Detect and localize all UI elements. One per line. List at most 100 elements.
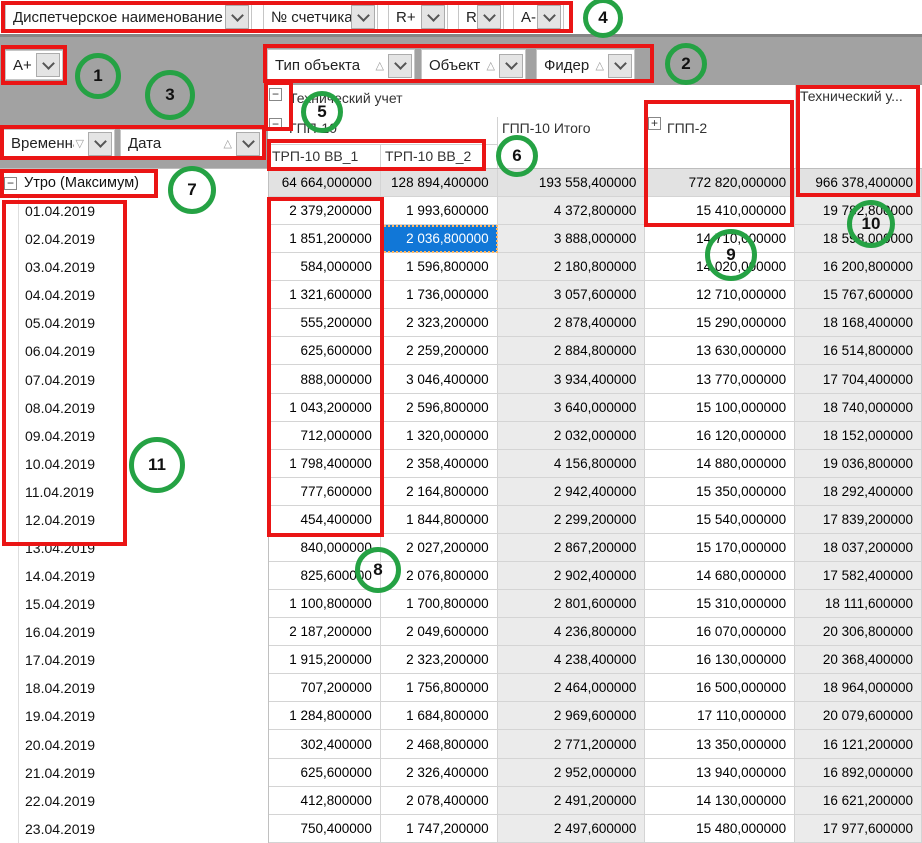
value-cell[interactable]: 17 839,200000 [795, 506, 922, 534]
value-cell[interactable]: 2 379,200000 [269, 197, 381, 225]
date-row[interactable]: 18.04.2019 [0, 674, 268, 702]
value-cell[interactable]: 16 500,000000 [645, 674, 795, 702]
value-cell[interactable]: 584,000000 [269, 253, 381, 281]
value-cell[interactable]: 1 043,200000 [269, 394, 381, 422]
date-row[interactable]: 06.04.2019 [0, 337, 268, 365]
value-cell[interactable]: 3 046,400000 [381, 365, 498, 393]
value-cell[interactable]: 1 851,200000 [269, 225, 381, 253]
value-cell[interactable]: 2 491,200000 [498, 787, 646, 815]
filter-chip-r-minus[interactable]: R- [458, 3, 504, 31]
dropdown-arrow-icon[interactable] [225, 5, 249, 29]
value-cell[interactable]: 1 284,800000 [269, 702, 381, 730]
date-row[interactable]: 07.04.2019 [0, 365, 268, 393]
value-cell[interactable]: 64 664,000000 [269, 169, 381, 197]
value-cell[interactable]: 2 323,200000 [381, 646, 498, 674]
value-cell[interactable]: 712,000000 [269, 422, 381, 450]
value-cell[interactable]: 1 700,800000 [381, 590, 498, 618]
value-cell[interactable]: 18 037,200000 [795, 534, 922, 562]
value-cell[interactable]: 14 710,000000 [645, 225, 795, 253]
value-cell[interactable]: 20 306,800000 [795, 618, 922, 646]
value-cell[interactable]: 14 020,000000 [645, 253, 795, 281]
dropdown-arrow-icon[interactable] [477, 5, 501, 29]
value-cell[interactable]: 2 323,200000 [381, 309, 498, 337]
value-cell[interactable]: 2 027,200000 [381, 534, 498, 562]
value-cell[interactable]: 1 798,400000 [269, 450, 381, 478]
value-cell[interactable]: 2 902,400000 [498, 562, 646, 590]
date-row[interactable]: 13.04.2019 [0, 534, 268, 562]
date-row[interactable]: 15.04.2019 [0, 590, 268, 618]
value-cell[interactable]: 2 259,200000 [381, 337, 498, 365]
value-cell[interactable]: 16 621,200000 [795, 787, 922, 815]
filter-chip-a-minus[interactable]: A- [513, 3, 564, 31]
value-cell[interactable]: 13 350,000000 [645, 730, 795, 758]
value-cell[interactable]: 3 888,000000 [498, 225, 646, 253]
value-cell[interactable]: 2 032,000000 [498, 422, 646, 450]
value-cell[interactable]: 2 464,000000 [498, 674, 646, 702]
date-row[interactable]: 01.04.2019 [0, 197, 268, 225]
value-cell[interactable]: 840,000000 [269, 534, 381, 562]
value-cell[interactable]: 18 598,000000 [795, 225, 922, 253]
value-cell[interactable]: 16 070,000000 [645, 618, 795, 646]
selected-cell[interactable]: 2 036,800000 [381, 225, 498, 253]
value-cell[interactable]: 2 969,600000 [498, 702, 646, 730]
value-cell[interactable]: 772 820,000000 [645, 169, 795, 197]
value-cell[interactable]: 1 736,000000 [381, 281, 498, 309]
value-cell[interactable]: 15 767,600000 [795, 281, 922, 309]
value-cell[interactable]: 707,200000 [269, 674, 381, 702]
value-cell[interactable]: 12 710,000000 [645, 281, 795, 309]
value-cell[interactable]: 16 120,000000 [645, 422, 795, 450]
dropdown-arrow-icon[interactable] [36, 53, 60, 77]
date-row[interactable]: 16.04.2019 [0, 618, 268, 646]
value-cell[interactable]: 2 771,200000 [498, 730, 646, 758]
column-field-chip-feeder[interactable]: Фидер △ [536, 49, 635, 82]
value-cell[interactable]: 14 880,000000 [645, 450, 795, 478]
value-cell[interactable]: 18 964,000000 [795, 674, 922, 702]
value-cell[interactable]: 2 867,200000 [498, 534, 646, 562]
date-row[interactable]: 14.04.2019 [0, 562, 268, 590]
value-cell[interactable]: 1 684,800000 [381, 702, 498, 730]
date-row[interactable]: 22.04.2019 [0, 787, 268, 815]
value-cell[interactable]: 193 558,400000 [498, 169, 646, 197]
date-row[interactable]: 17.04.2019 [0, 646, 268, 674]
filter-chip-dispatcher-name[interactable]: Диспетчерское наименование [5, 3, 252, 31]
column-field-chip-object-type[interactable]: Тип объекта △ [267, 49, 415, 82]
value-cell[interactable]: 888,000000 [269, 365, 381, 393]
value-cell[interactable]: 412,800000 [269, 787, 381, 815]
value-cell[interactable]: 14 130,000000 [645, 787, 795, 815]
collapse-icon[interactable]: − [4, 177, 17, 190]
value-cell[interactable]: 2 596,800000 [381, 394, 498, 422]
value-cell[interactable]: 2 076,800000 [381, 562, 498, 590]
row-field-chip-date[interactable]: Дата △ [120, 129, 263, 158]
value-cell[interactable]: 1 915,200000 [269, 646, 381, 674]
value-cell[interactable]: 1 596,800000 [381, 253, 498, 281]
value-cell[interactable]: 14 680,000000 [645, 562, 795, 590]
value-cell[interactable]: 1 100,800000 [269, 590, 381, 618]
value-cell[interactable]: 625,600000 [269, 759, 381, 787]
value-cell[interactable]: 750,400000 [269, 815, 381, 843]
value-cell[interactable]: 3 934,400000 [498, 365, 646, 393]
value-cell[interactable]: 17 977,600000 [795, 815, 922, 843]
value-cell[interactable]: 20 368,400000 [795, 646, 922, 674]
value-cell[interactable]: 18 740,000000 [795, 394, 922, 422]
date-row[interactable]: 08.04.2019 [0, 394, 268, 422]
dropdown-arrow-icon[interactable] [537, 5, 561, 29]
data-field-chip-a-plus[interactable]: A+ [5, 50, 63, 80]
value-cell[interactable]: 19 036,800000 [795, 450, 922, 478]
value-cell[interactable]: 1 993,600000 [381, 197, 498, 225]
value-cell[interactable]: 1 747,200000 [381, 815, 498, 843]
value-cell[interactable]: 1 320,000000 [381, 422, 498, 450]
row-group-header[interactable]: − Утро (Максимум) [0, 169, 268, 197]
value-cell[interactable]: 20 079,600000 [795, 702, 922, 730]
value-cell[interactable]: 18 168,400000 [795, 309, 922, 337]
value-cell[interactable]: 13 630,000000 [645, 337, 795, 365]
collapse-icon[interactable]: − [269, 118, 282, 131]
filter-chip-r-plus[interactable]: R+ [388, 3, 448, 31]
value-cell[interactable]: 2 497,600000 [498, 815, 646, 843]
value-cell[interactable]: 966 378,400000 [795, 169, 922, 197]
value-cell[interactable]: 555,200000 [269, 309, 381, 337]
value-cell[interactable]: 17 582,400000 [795, 562, 922, 590]
date-row[interactable]: 21.04.2019 [0, 759, 268, 787]
filter-chip-meter-number[interactable]: № счетчика [263, 3, 378, 31]
date-row[interactable]: 10.04.2019 [0, 450, 268, 478]
value-cell[interactable]: 2 884,800000 [498, 337, 646, 365]
